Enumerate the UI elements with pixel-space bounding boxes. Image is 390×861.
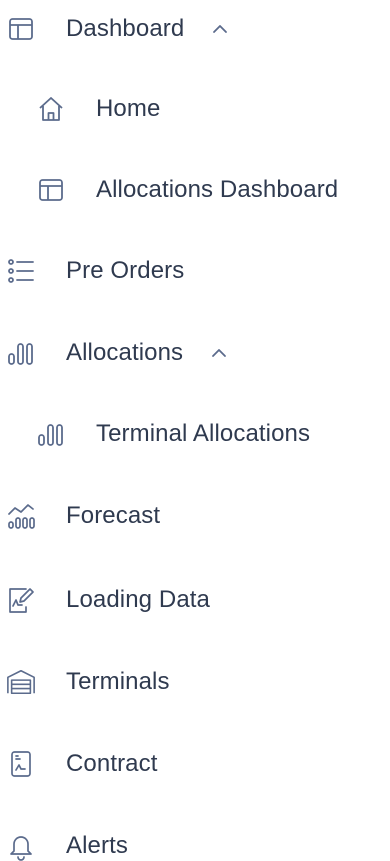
contract-icon xyxy=(6,749,36,779)
bar-chart-icon xyxy=(6,338,36,368)
sidebar-item-contract[interactable]: Contract xyxy=(0,738,158,790)
sidebar-item-label: Alerts xyxy=(66,832,128,859)
sidebar-item-terminals[interactable]: Terminals xyxy=(0,656,170,708)
home-icon xyxy=(36,94,66,124)
dashboard-icon xyxy=(36,175,66,205)
bell-icon xyxy=(6,831,36,861)
sidebar-item-label: Forecast xyxy=(66,502,161,529)
sidebar-item-label: Terminals xyxy=(66,668,170,695)
sidebar-item-label: Dashboard xyxy=(66,15,185,42)
sidebar-item-label: Pre Orders xyxy=(66,257,185,284)
sidebar-item-label: Allocations Dashboard xyxy=(96,176,339,203)
warehouse-icon xyxy=(6,667,36,697)
forecast-icon xyxy=(6,501,36,531)
dashboard-icon xyxy=(6,14,36,44)
sidebar-item-alerts[interactable]: Alerts xyxy=(0,820,128,861)
sidebar-item-label: Loading Data xyxy=(66,586,210,613)
bar-chart-icon xyxy=(36,419,66,449)
chevron-up-icon[interactable] xyxy=(208,17,232,41)
sidebar-item-home[interactable]: Home xyxy=(0,83,160,135)
sidebar-item-label: Allocations xyxy=(66,339,184,366)
sidebar-item-label: Terminal Allocations xyxy=(96,420,311,447)
sidebar-item-allocations[interactable]: Allocations xyxy=(0,327,231,379)
sidebar-item-forecast[interactable]: Forecast xyxy=(0,490,160,542)
sidebar-item-pre-orders[interactable]: Pre Orders xyxy=(0,245,184,297)
document-edit-icon xyxy=(6,585,36,615)
sidebar-item-label: Contract xyxy=(66,750,158,777)
sidebar-item-label: Home xyxy=(96,95,161,122)
chevron-up-icon[interactable] xyxy=(207,341,231,365)
sidebar-item-dashboard[interactable]: Dashboard xyxy=(0,3,232,55)
sidebar-nav: Dashboard Home Allocations Dashboard Pre… xyxy=(0,0,390,861)
sidebar-item-loading-data[interactable]: Loading Data xyxy=(0,574,210,626)
sidebar-item-allocations-dashboard[interactable]: Allocations Dashboard xyxy=(0,164,338,216)
list-icon xyxy=(6,256,36,286)
sidebar-item-terminal-allocations[interactable]: Terminal Allocations xyxy=(0,408,310,460)
